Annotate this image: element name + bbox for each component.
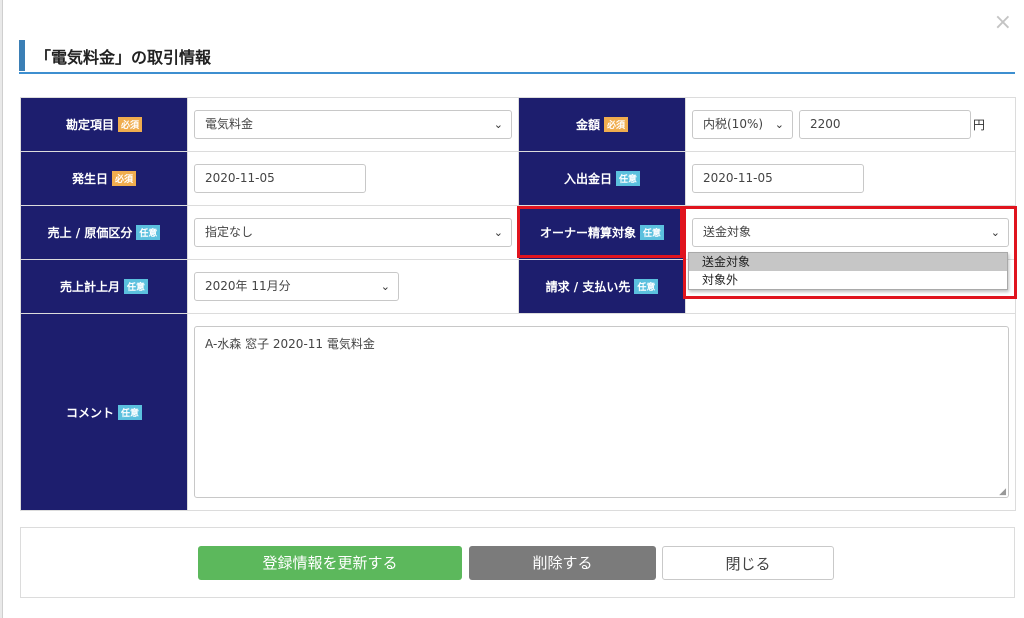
amount-label: 金額 必須	[518, 97, 686, 152]
currency-unit: 円	[973, 118, 986, 132]
chevron-down-icon: ⌄	[493, 226, 503, 239]
comment-value: A-水森 窓子 2020-11 電気料金	[205, 337, 375, 351]
optional-badge: 任意	[124, 279, 149, 294]
payment-date-input[interactable]: 2020-11-05	[692, 164, 864, 193]
occurrence-date-label: 発生日 必須	[20, 151, 188, 206]
payment-date-value: 2020-11-05	[703, 171, 773, 185]
required-badge: 必須	[604, 117, 629, 132]
account-item-label-text: 勘定項目	[65, 118, 114, 132]
optional-badge: 任意	[118, 404, 143, 420]
occurrence-date-value: 2020-11-05	[205, 171, 275, 185]
required-badge: 必須	[118, 117, 143, 132]
transaction-dialog: × 「電気料金」の取引情報 勘定項目 必須 電気料金 ⌄ 金額 必須 内税(10…	[2, 0, 1024, 618]
optional-badge: 任意	[136, 225, 161, 240]
required-badge: 必須	[112, 171, 137, 186]
dropdown-option-excluded[interactable]: 対象外	[689, 271, 1007, 289]
dialog-title: 「電気料金」の取引情報	[35, 48, 212, 67]
dialog-footer: 登録情報を更新する 削除する 閉じる	[20, 527, 1015, 598]
form-row: 勘定項目 必須 電気料金 ⌄ 金額 必須 内税(10%) ⌄ 2200 円	[20, 97, 1016, 152]
amount-input[interactable]: 2200	[799, 110, 971, 139]
payment-date-label: 入出金日 任意	[518, 151, 686, 206]
title-accent-bar	[19, 40, 25, 71]
delete-button[interactable]: 削除する	[469, 546, 656, 580]
form-row: コメント 任意 A-水森 窓子 2020-11 電気料金 ◢	[20, 313, 1016, 511]
sales-month-select[interactable]: 2020年 11月分 ⌄	[194, 272, 399, 301]
close-icon[interactable]: ×	[994, 12, 1012, 34]
chevron-down-icon: ⌄	[380, 280, 390, 293]
sales-cost-type-select[interactable]: 指定なし ⌄	[194, 218, 512, 247]
tax-type-value: 内税(10%)	[703, 117, 764, 131]
sales-cost-type-label: 売上 / 原価区分 任意	[20, 205, 188, 260]
occurrence-date-label-text: 発生日	[71, 172, 108, 186]
account-item-label: 勘定項目 必須	[20, 97, 188, 152]
amount-value: 2200	[810, 117, 841, 131]
comment-label-text: コメント	[65, 405, 114, 420]
amount-label-text: 金額	[575, 118, 600, 132]
optional-badge: 任意	[634, 279, 659, 294]
chevron-down-icon: ⌄	[493, 118, 503, 131]
transaction-form: 勘定項目 必須 電気料金 ⌄ 金額 必須 内税(10%) ⌄ 2200 円 発生…	[20, 97, 1016, 511]
owner-settlement-dropdown: 送金対象 対象外	[688, 252, 1008, 290]
owner-settlement-label-highlight	[517, 206, 683, 258]
occurrence-date-input[interactable]: 2020-11-05	[194, 164, 366, 193]
close-button[interactable]: 閉じる	[662, 546, 834, 580]
dropdown-option-remit[interactable]: 送金対象	[689, 253, 1007, 271]
optional-badge: 任意	[616, 171, 641, 186]
sales-month-label-text: 売上計上月	[59, 280, 120, 294]
sales-month-label: 売上計上月 任意	[20, 259, 188, 314]
billing-to-label-text: 請求 / 支払い先	[545, 280, 631, 294]
update-button[interactable]: 登録情報を更新する	[198, 546, 462, 580]
account-item-select[interactable]: 電気料金 ⌄	[194, 110, 512, 139]
comment-textarea[interactable]: A-水森 窓子 2020-11 電気料金 ◢	[194, 326, 1009, 498]
resize-handle-icon[interactable]: ◢	[999, 487, 1006, 497]
tax-type-select[interactable]: 内税(10%) ⌄	[692, 110, 793, 139]
chevron-down-icon: ⌄	[774, 118, 784, 131]
form-row: 発生日 必須 2020-11-05 入出金日 任意 2020-11-05	[20, 151, 1016, 206]
sales-cost-type-value: 指定なし	[205, 225, 254, 239]
comment-label: コメント 任意	[20, 313, 188, 511]
payment-date-label-text: 入出金日	[563, 172, 612, 186]
account-item-value: 電気料金	[205, 117, 254, 131]
sales-month-value: 2020年 11月分	[205, 279, 291, 293]
sales-cost-type-label-text: 売上 / 原価区分	[47, 226, 133, 240]
billing-to-label: 請求 / 支払い先 任意	[518, 259, 686, 314]
dialog-header: 「電気料金」の取引情報	[19, 40, 1015, 74]
